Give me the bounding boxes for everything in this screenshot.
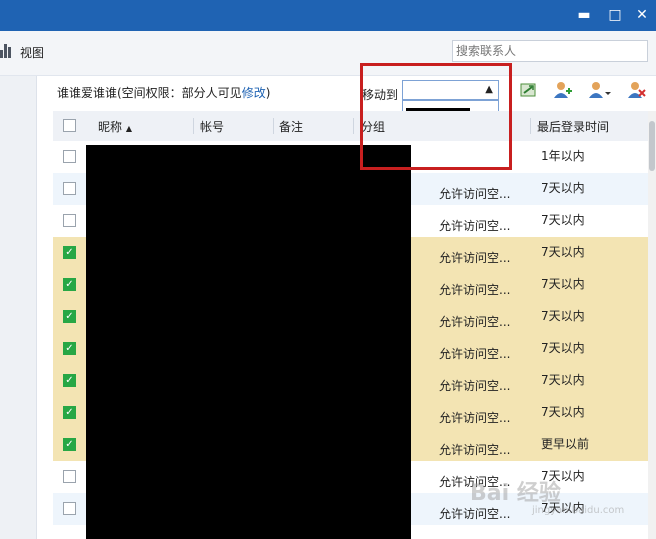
row-last-login: 7天以内 (541, 245, 585, 259)
title-bar: ▬ □ ✕ (0, 0, 656, 31)
select-all-checkbox[interactable] (63, 119, 76, 132)
row-checkbox[interactable]: ✓ (63, 246, 76, 259)
row-last-login: 1年以内 (541, 149, 585, 163)
redaction-overlay (86, 145, 411, 539)
row-checkbox[interactable]: ✓ (63, 310, 76, 323)
row-last-login: 7天以内 (541, 405, 585, 419)
row-checkbox[interactable] (63, 470, 76, 483)
column-header-last-login[interactable]: 最后登录时间 (537, 118, 609, 135)
row-checkbox[interactable] (63, 150, 76, 163)
row-last-login: 7天以内 (541, 213, 585, 227)
row-permission: 允许访问空... (439, 315, 511, 329)
row-checkbox[interactable]: ✓ (63, 278, 76, 291)
row-checkbox[interactable]: ✓ (63, 374, 76, 387)
row-permission: 允许访问空... (439, 219, 511, 233)
manage-contacts-icon[interactable] (588, 80, 614, 100)
row-last-login: 7天以内 (541, 181, 585, 195)
view-menu-label[interactable]: 视图 (20, 44, 44, 61)
delete-contact-icon[interactable] (627, 80, 647, 100)
sort-ascending-icon: ▲ (125, 124, 132, 133)
edit-permission-link[interactable]: 修改 (242, 86, 266, 100)
table-header: 昵称 ▲ 帐号 备注 分组 最后登录时间 (53, 111, 648, 142)
row-checkbox[interactable]: ✓ (63, 406, 76, 419)
watermark-subtext: jingyan.baidu.com (532, 505, 625, 516)
minimize-icon[interactable]: ▬ (575, 6, 593, 24)
row-checkbox[interactable] (63, 214, 76, 227)
row-permission: 允许访问空... (439, 443, 511, 457)
column-header-nickname[interactable]: 昵称 ▲ (98, 118, 132, 135)
row-permission: 允许访问空... (439, 283, 511, 297)
row-permission: 允许访问空... (439, 379, 511, 393)
row-permission: 允许访问空... (439, 347, 511, 361)
maximize-icon[interactable]: □ (606, 6, 624, 24)
add-contact-icon[interactable] (553, 80, 573, 100)
row-last-login: 7天以内 (541, 309, 585, 323)
row-permission: 允许访问空... (439, 507, 511, 521)
row-checkbox[interactable]: ✓ (63, 438, 76, 451)
group-title: 谁谁爱谁谁(空间权限：部分人可见修改) (57, 84, 270, 101)
row-checkbox[interactable]: ✓ (63, 342, 76, 355)
row-checkbox[interactable] (63, 182, 76, 195)
toolbar: 视图 (0, 31, 656, 76)
highlight-annotation (360, 63, 512, 170)
row-last-login: 7天以内 (541, 341, 585, 355)
row-checkbox[interactable] (63, 502, 76, 515)
column-header-remark[interactable]: 备注 (279, 118, 303, 135)
left-panel (0, 76, 37, 539)
row-permission: 允许访问空... (439, 187, 511, 201)
watermark-logo: Bai 经验 (470, 481, 561, 506)
export-contacts-icon[interactable] (519, 80, 539, 100)
close-icon[interactable]: ✕ (633, 6, 651, 24)
column-header-account[interactable]: 帐号 (200, 118, 224, 135)
scrollbar-thumb[interactable] (649, 121, 655, 171)
group-title-suffix: ) (265, 86, 271, 100)
bar-chart-icon[interactable] (0, 44, 12, 58)
search-input[interactable] (452, 40, 648, 62)
row-last-login: 7天以内 (541, 277, 585, 291)
vertical-scrollbar[interactable] (648, 111, 656, 539)
row-permission: 允许访问空... (439, 411, 511, 425)
group-title-text: 谁谁爱谁谁(空间权限：部分人可见 (57, 86, 242, 100)
row-last-login: 更早以前 (541, 437, 590, 451)
row-permission: 允许访问空... (439, 251, 511, 265)
row-last-login: 7天以内 (541, 373, 585, 387)
